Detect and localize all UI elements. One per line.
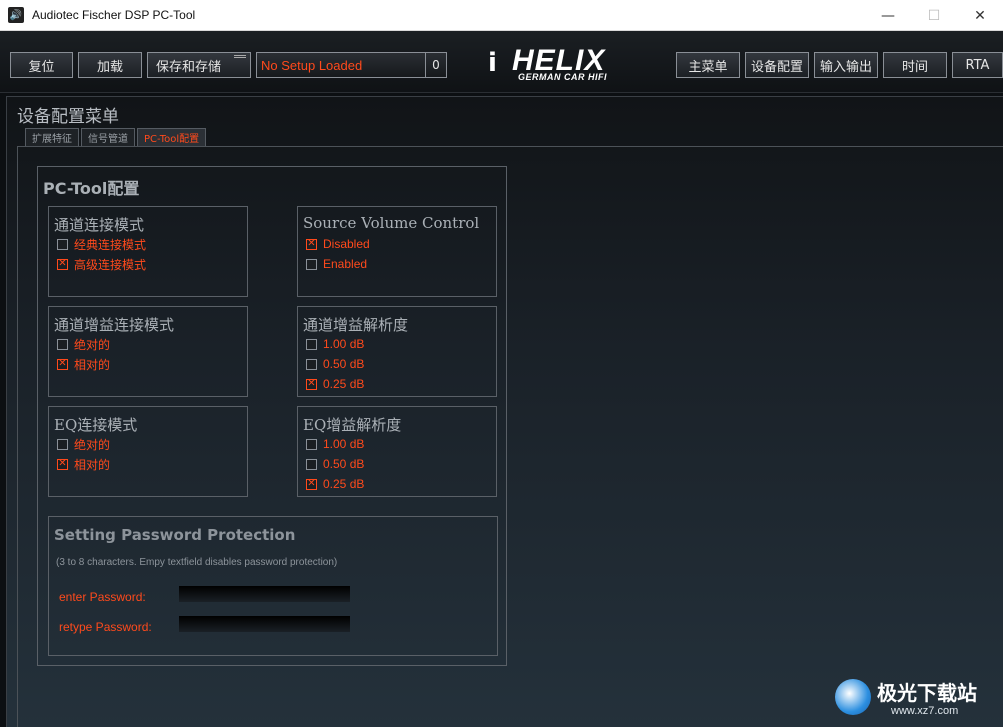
- option-0-50-db[interactable]: 0.50 dB: [306, 356, 364, 372]
- logo-subtitle: GERMAN CAR HIFI: [518, 72, 607, 82]
- gain-resolution-title: 通道增益解析度: [303, 316, 409, 334]
- option-label: 1.00 dB: [323, 437, 365, 451]
- setup-number: 0: [425, 52, 447, 78]
- window-controls: — ☐ ✕: [865, 0, 1003, 31]
- checkbox[interactable]: [57, 238, 68, 250]
- checkbox-checked[interactable]: ✕: [306, 238, 317, 250]
- helix-logo: i HELIX GERMAN CAR HIFI: [488, 44, 638, 84]
- eq-link-mode-title: EQ连接模式: [54, 416, 138, 434]
- speaker-icon: 🔊: [8, 7, 24, 23]
- password-hint: (3 to 8 characters. Empy textfield disab…: [56, 557, 338, 568]
- option-0-25-db[interactable]: ✕ 0.25 dB: [306, 376, 364, 392]
- time-button[interactable]: 时间: [883, 52, 947, 78]
- source-volume-title: Source Volume Control: [303, 214, 480, 232]
- password-protection-group: Setting Password Protection (3 to 8 char…: [48, 516, 498, 656]
- enter-password-label: enter Password:: [59, 590, 146, 604]
- checkbox[interactable]: [57, 438, 68, 450]
- main-toolbar: 复位 加载 保存和存储 No Setup Loaded 0 i HELIX GE…: [0, 31, 1003, 93]
- option-label: 经典连接模式: [74, 237, 147, 252]
- channel-link-mode-title: 通道连接模式: [54, 216, 145, 234]
- window-titlebar: 🔊 Audiotec Fischer DSP PC-Tool — ☐ ✕: [0, 0, 1003, 31]
- pc-tool-config-group: PC-Tool配置 通道连接模式 经典连接模式 ✕ 高级连接模式 Source …: [37, 166, 507, 666]
- io-button[interactable]: 输入输出: [814, 52, 878, 78]
- option-relative[interactable]: ✕ 相对的: [57, 356, 110, 372]
- gain-resolution-box: 通道增益解析度 1.00 dB 0.50 dB ✕ 0.25 dB: [297, 306, 497, 397]
- retype-password-label: retype Password:: [59, 620, 152, 634]
- checkbox[interactable]: [306, 438, 317, 450]
- checkbox[interactable]: [57, 338, 68, 350]
- option-classic-link[interactable]: 经典连接模式: [57, 236, 146, 252]
- grip-icon: [234, 55, 246, 58]
- minimize-button[interactable]: —: [865, 0, 911, 31]
- gain-link-mode-title: 通道增益连接模式: [54, 316, 175, 334]
- load-button[interactable]: 加载: [78, 52, 142, 78]
- option-label: 绝对的: [74, 437, 111, 452]
- password-protection-title: Setting Password Protection: [54, 526, 296, 544]
- maximize-button[interactable]: ☐: [911, 0, 957, 31]
- option-label: 高级连接模式: [74, 257, 147, 272]
- option-label: 1.00 dB: [323, 337, 365, 351]
- logo-mark: i: [488, 48, 497, 78]
- option-label: 相对的: [74, 457, 111, 472]
- checkbox[interactable]: [306, 258, 317, 270]
- checkbox-checked[interactable]: ✕: [306, 378, 317, 390]
- option-absolute[interactable]: 绝对的: [57, 436, 110, 452]
- eq-gain-resolution-title: EQ增益解析度: [303, 416, 402, 434]
- option-relative[interactable]: ✕ 相对的: [57, 456, 110, 472]
- gain-link-mode-box: 通道增益连接模式 绝对的 ✕ 相对的: [48, 306, 248, 397]
- eq-gain-resolution-box: EQ增益解析度 1.00 dB 0.50 dB ✕ 0.25 dB: [297, 406, 497, 497]
- option-label: Disabled: [323, 237, 370, 251]
- watermark-logo-icon: [835, 679, 871, 715]
- watermark-url: www.xz7.com: [891, 705, 959, 717]
- checkbox-checked[interactable]: ✕: [306, 478, 317, 490]
- option-label: 0.50 dB: [323, 357, 365, 371]
- watermark-text: 极光下载站: [877, 681, 977, 705]
- option-label: 0.25 dB: [323, 477, 365, 491]
- option-0-50-db[interactable]: 0.50 dB: [306, 456, 364, 472]
- option-label: 绝对的: [74, 337, 111, 352]
- page-title: 设备配置菜单: [17, 107, 119, 127]
- checkbox[interactable]: [306, 458, 317, 470]
- option-enabled[interactable]: Enabled: [306, 256, 367, 272]
- pc-tool-config-title: PC-Tool配置: [43, 179, 140, 198]
- checkbox[interactable]: [306, 338, 317, 350]
- eq-link-mode-box: EQ连接模式 绝对的 ✕ 相对的: [48, 406, 248, 497]
- checkbox-checked[interactable]: ✕: [57, 258, 68, 270]
- watermark: 极光下载站 www.xz7.com: [835, 675, 995, 723]
- channel-link-mode-box: 通道连接模式 经典连接模式 ✕ 高级连接模式: [48, 206, 248, 297]
- option-advanced-link[interactable]: ✕ 高级连接模式: [57, 256, 146, 272]
- option-label: 相对的: [74, 357, 111, 372]
- reset-button[interactable]: 复位: [10, 52, 73, 78]
- tab-signal-pipeline[interactable]: 信号管道: [81, 128, 135, 146]
- enter-password-input[interactable]: [179, 586, 350, 602]
- main-menu-button[interactable]: 主菜单: [676, 52, 740, 78]
- tab-pc-tool-config[interactable]: PC-Tool配置: [137, 128, 207, 146]
- source-volume-box: Source Volume Control ✕ Disabled Enabled: [297, 206, 497, 297]
- option-1-00-db[interactable]: 1.00 dB: [306, 336, 364, 352]
- checkbox[interactable]: [306, 358, 317, 370]
- save-button[interactable]: 保存和存储: [147, 52, 251, 78]
- close-button[interactable]: ✕: [957, 0, 1003, 31]
- tab-bar: 扩展特征 信号管道 PC-Tool配置: [25, 128, 208, 146]
- setup-status-field: No Setup Loaded: [256, 52, 426, 78]
- option-0-25-db[interactable]: ✕ 0.25 dB: [306, 476, 364, 492]
- option-1-00-db[interactable]: 1.00 dB: [306, 436, 364, 452]
- checkbox-checked[interactable]: ✕: [57, 458, 68, 470]
- option-label: 0.50 dB: [323, 457, 365, 471]
- device-config-button[interactable]: 设备配置: [745, 52, 809, 78]
- tab-extended-features[interactable]: 扩展特征: [25, 128, 79, 146]
- save-button-label: 保存和存储: [156, 59, 222, 75]
- option-label: 0.25 dB: [323, 377, 365, 391]
- window-title: Audiotec Fischer DSP PC-Tool: [32, 8, 196, 22]
- rta-button[interactable]: RTA: [952, 52, 1003, 78]
- device-config-panel: 设备配置菜单 扩展特征 信号管道 PC-Tool配置 PC-Tool配置 通道连…: [6, 96, 1003, 727]
- option-absolute[interactable]: 绝对的: [57, 336, 110, 352]
- option-disabled[interactable]: ✕ Disabled: [306, 236, 370, 252]
- option-label: Enabled: [323, 257, 368, 271]
- retype-password-input[interactable]: [179, 616, 350, 632]
- checkbox-checked[interactable]: ✕: [57, 358, 68, 370]
